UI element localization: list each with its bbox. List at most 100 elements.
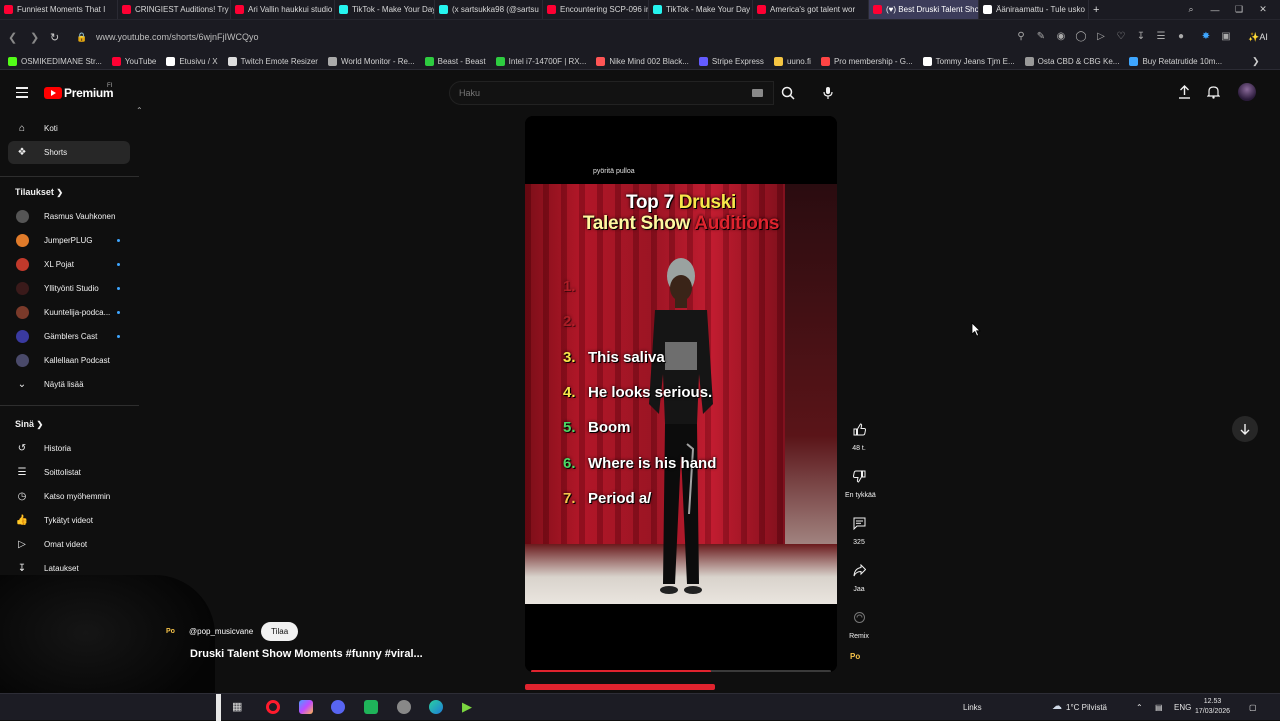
bookmark-item[interactable]: Etusivu / X [166,57,218,66]
like-action[interactable]: 48 t. [845,416,873,452]
upload-icon[interactable] [1178,85,1191,99]
sidebar-item[interactable]: ▷ Omat videot [8,533,130,556]
short-video-player[interactable]: pyöritä pulloa Top 7 Druski Talent Show … [525,116,837,672]
search-tabs-icon[interactable]: ⌕ [1179,0,1203,19]
bookmark-item[interactable]: Nike Mind 002 Black... [596,57,689,66]
subscription-item[interactable]: Rasmus Vauhkonen [8,205,130,228]
extension-icon[interactable]: ✸ [1200,31,1212,43]
menu-icon[interactable]: ☰ [1155,31,1167,43]
ai-button[interactable]: ✨AI [1244,31,1272,43]
discord-icon[interactable] [331,700,345,714]
edit-icon[interactable]: ✎ [1035,31,1047,43]
shield-icon[interactable]: ◯ [1075,31,1087,43]
sidebar-item[interactable]: ❖ Shorts [8,141,130,164]
short-title[interactable]: Druski Talent Show Moments #funny #viral… [190,648,423,660]
show-more-button[interactable]: ⌄ Näytä lisää [8,373,130,396]
browser-tab[interactable]: America's got talent wor [753,0,869,19]
spreadsheet-icon[interactable] [364,700,378,714]
back-icon[interactable]: ❮ [8,31,17,44]
subscription-item[interactable]: Kuuntelija-podca... [8,301,130,324]
you-header[interactable]: Sinä ❯ [15,419,43,429]
search-input[interactable]: Haku [449,81,774,105]
sidebar-item[interactable]: ☰ Soittolistat [8,461,130,484]
heart-icon[interactable]: ♡ [1115,31,1127,43]
settings-icon[interactable] [397,700,411,714]
maximize-icon[interactable]: ❑ [1227,0,1251,19]
bookmark-item[interactable]: Twitch Emote Resizer [227,57,318,66]
tray-chevron-icon[interactable]: ⌃ [1136,703,1143,712]
profile-icon[interactable]: ● [1175,31,1187,43]
comments-action[interactable]: 325 [845,510,873,546]
channel-thumbnail[interactable]: Po [850,652,868,666]
browser-tab[interactable]: Ari Vallin haukkui studio [231,0,335,19]
forward-icon[interactable]: ❯ [30,31,39,44]
bookmark-item[interactable]: uuno.fi [773,57,811,66]
browser-tab[interactable]: TikTok - Make Your Day [335,0,435,19]
next-short-button[interactable] [1232,416,1258,442]
bookmark-item[interactable]: Tommy Jeans Tjm E... [922,57,1015,66]
menu-icon[interactable] [16,87,28,101]
subscribe-button[interactable]: Tilaa [261,622,299,641]
share-action[interactable]: Jaa [845,557,873,593]
brand-premium[interactable]: Premium [64,86,114,100]
edge-icon[interactable] [429,700,443,714]
clock[interactable]: 12.53 17/03/2026 [1195,697,1230,717]
browser-tab[interactable]: Ääniraamattu - Tule usko [979,0,1089,19]
bookmark-item[interactable]: Stripe Express [698,57,764,66]
weather-icon[interactable]: ☁ [1052,701,1062,712]
remix-action[interactable]: Remix [845,604,873,640]
close-window-icon[interactable]: ✕ [1251,0,1275,19]
bookmark-item[interactable]: Intel i7-14700F | RX... [495,57,586,66]
network-icon[interactable]: ▤ [1155,703,1163,712]
browser-tab[interactable]: Funniest Moments That I [0,0,118,19]
bookmark-item[interactable]: Pro membership - G... [820,57,913,66]
subscription-item[interactable]: Gämblers Cast [8,325,130,348]
notifications-icon[interactable] [1207,85,1220,99]
bookmarks-overflow-icon[interactable]: ❯ [1252,56,1260,67]
sidebar-item[interactable]: 👍 Tykätyt videot [8,509,130,532]
opera-icon[interactable] [266,700,280,714]
bookmark-item[interactable]: Beast - Beast [424,57,486,66]
play-icon[interactable]: ▷ [1095,31,1107,43]
cube-icon[interactable]: ▣ [1220,31,1232,43]
download-icon[interactable]: ↧ [1135,31,1147,43]
bookmark-item[interactable]: OSMIKEDIMANE Str... [8,57,102,66]
subscription-item[interactable]: JumperPLUG [8,229,130,252]
search-button[interactable] [774,81,802,105]
keyboard-icon[interactable] [752,89,763,97]
browser-tab[interactable]: TikTok - Make Your Day [649,0,753,19]
subscription-item[interactable]: Yllityönti Studio [8,277,130,300]
minimize-icon[interactable]: — [1203,0,1227,19]
url-field[interactable]: www.youtube.com/shorts/6wjnFjIWCQyo [96,32,259,42]
browser-tab[interactable]: CRINGIEST Auditions! Try [118,0,231,19]
channel-avatar[interactable]: Po [166,624,184,640]
links-toolbar[interactable]: Links [963,703,982,712]
dislike-action[interactable]: En tykkää [845,463,876,499]
new-tab-button[interactable]: + [1089,0,1103,19]
sidebar-item[interactable]: ◷ Katso myöhemmin [8,485,130,508]
subscription-item[interactable]: Kallellaan Podcast [8,349,130,372]
voice-search-button[interactable] [816,81,840,105]
browser-tab[interactable]: Encountering SCP-096 in [543,0,649,19]
lock-icon[interactable]: 🔒 [76,32,87,43]
account-avatar[interactable] [1238,83,1256,101]
browser-tab[interactable]: (♥) Best Druski Talent Show [869,0,979,19]
sidebar-item[interactable]: ↺ Historia [8,437,130,460]
weather-widget[interactable]: 1°C Pilvistä [1066,703,1107,712]
browser-tab[interactable]: (x sartsukka98 (@sartsu [435,0,543,19]
subscription-item[interactable]: XL Pojat [8,253,130,276]
task-view-icon[interactable]: ▦ [232,700,246,714]
notifications-tray-icon[interactable]: ▢ [1249,703,1257,712]
sidebar-item[interactable]: ⌂ Koti [8,117,130,140]
sidebar-scroll-up-icon[interactable]: ⌃ [136,106,143,115]
bookmark-item[interactable]: Osta CBD & CBG Ke... [1024,57,1119,66]
channel-handle[interactable]: @pop_musicvane [189,627,253,636]
terminal-icon[interactable]: ▶ [462,700,476,714]
language-indicator[interactable]: ENG [1174,703,1191,712]
app-icon[interactable] [299,700,313,714]
reload-icon[interactable]: ↻ [50,31,59,44]
bookmark-item[interactable]: World Monitor - Re... [327,57,415,66]
bookmark-item[interactable]: YouTube [111,57,156,66]
youtube-logo-icon[interactable] [44,87,62,99]
search-icon[interactable]: ⚲ [1015,31,1027,43]
